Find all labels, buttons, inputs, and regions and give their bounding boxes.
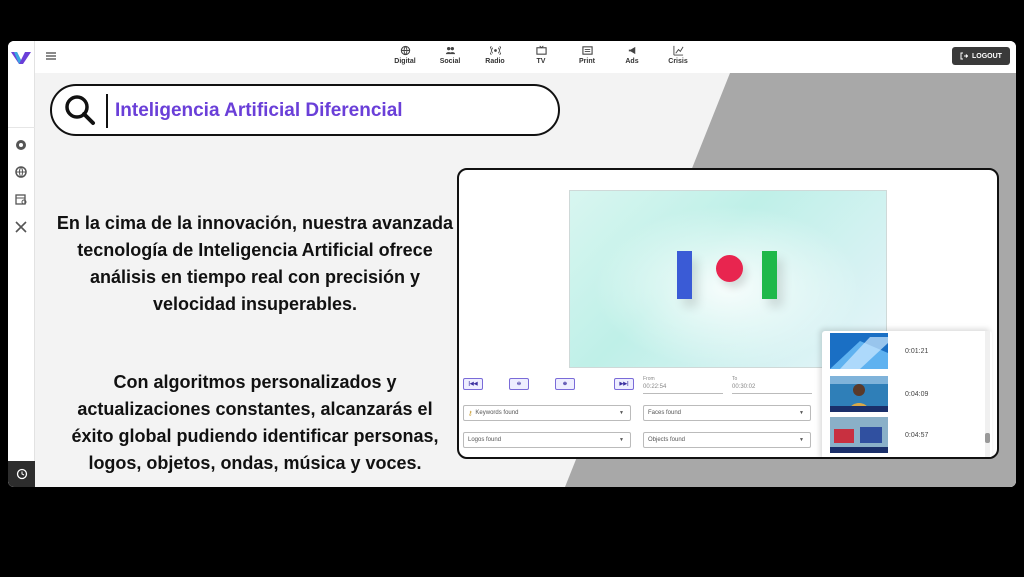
zoom-in-button[interactable]: ⊕ [555, 378, 575, 390]
to-value: 00:30:02 [732, 384, 756, 390]
headline-box: Inteligencia Artificial Diferencial [50, 84, 560, 136]
objects-label: Objects found [648, 437, 686, 443]
newspaper-icon [581, 46, 593, 55]
logout-icon [960, 52, 969, 60]
page-title: Inteligencia Artificial Diferencial [115, 100, 403, 121]
app-window: Digital Social Radio TV Print Ads Crisis [8, 41, 1016, 487]
clip-item[interactable]: 0:04:57 [830, 417, 980, 453]
nav-label: Social [439, 58, 461, 65]
to-time-field[interactable]: To 00:30:02 [732, 376, 812, 394]
nav-label: Ads [625, 58, 639, 65]
nav-social[interactable]: Social [430, 45, 470, 65]
search-icon [65, 95, 95, 125]
history-icon [16, 468, 27, 480]
chevron-down-icon: ▼ [619, 410, 624, 416]
chevron-down-icon: ▼ [799, 437, 804, 443]
faces-label: Faces found [648, 410, 682, 416]
divider [106, 94, 108, 128]
chevron-down-icon: ▼ [619, 437, 624, 443]
clip-time: 0:01:21 [905, 348, 929, 355]
from-value: 00:22:54 [643, 384, 667, 390]
calendar-search-icon[interactable] [14, 192, 28, 206]
logos-select[interactable]: Logos found ▼ [463, 432, 631, 448]
from-time-field[interactable]: From 00:22:54 [643, 376, 723, 394]
clip-time: 0:04:57 [905, 432, 929, 439]
logout-label: LOGOUT [972, 52, 1002, 60]
logos-label: Logos found [468, 437, 502, 443]
people-icon [445, 47, 455, 55]
faces-select[interactable]: Faces found ▼ [643, 405, 811, 421]
red-dot-shape [716, 255, 743, 282]
to-label: To [732, 376, 738, 382]
megaphone-icon [628, 46, 635, 55]
nav-label: Digital [394, 58, 416, 65]
nav-label: TV [536, 58, 546, 65]
clip-item[interactable]: 0:01:21 [830, 333, 980, 369]
sidebar [8, 41, 35, 487]
green-bar-shape [762, 251, 777, 299]
dashboard-icon[interactable] [14, 138, 28, 152]
radio-icon [489, 46, 501, 55]
nav-label: Radio [485, 58, 505, 65]
globe-settings-icon[interactable] [14, 165, 28, 179]
brand-logo-icon[interactable] [11, 51, 31, 65]
sidebar-divider [8, 127, 35, 128]
clip-thumbnail [830, 333, 888, 369]
main-content: Inteligencia Artificial Diferencial En l… [35, 73, 1016, 487]
clip-item[interactable]: 0:04:09 [830, 376, 980, 412]
nav-tv[interactable]: TV [521, 45, 561, 65]
clip-thumbnail [830, 417, 888, 453]
forward-button[interactable]: ▶▶| [614, 378, 634, 390]
objects-select[interactable]: Objects found ▼ [643, 432, 811, 448]
nav-label: Crisis [668, 58, 688, 65]
nav-crisis[interactable]: Crisis [658, 45, 698, 65]
history-button[interactable] [8, 461, 35, 487]
menu-icon[interactable] [45, 50, 57, 62]
detail-paragraph: Con algoritmos personalizados y actualiz… [71, 372, 439, 473]
nav-label: Print [579, 58, 595, 65]
tv-icon [535, 45, 547, 55]
clip-list-scrollbar[interactable] [985, 331, 990, 457]
nav-print[interactable]: Print [567, 45, 607, 65]
intro-paragraph: En la cima de la innovación, nuestra ava… [56, 213, 454, 314]
top-navigation-bar: Digital Social Radio TV Print Ads Crisis [35, 41, 1016, 73]
zoom-out-button[interactable]: ⊖ [509, 378, 529, 390]
rewind-button[interactable]: |◀◀ [463, 378, 483, 390]
clip-list: 0:01:21 0:04:09 0:04:57 [822, 331, 992, 457]
keywords-select[interactable]: ⚷ Keywords found ▼ [463, 405, 631, 421]
globe-icon [400, 45, 410, 56]
key-icon: ⚷ [468, 410, 473, 417]
chevron-down-icon: ▼ [799, 410, 804, 416]
from-label: From [643, 376, 655, 382]
nav-digital[interactable]: Digital [385, 45, 425, 65]
nav-ads[interactable]: Ads [612, 45, 652, 65]
media-player-panel: |◀◀ ⊖ ⊕ ▶▶| From 00:22:54 To 00:30:02 ⚷ … [457, 168, 999, 459]
logout-button[interactable]: LOGOUT [952, 47, 1010, 65]
chart-icon [672, 45, 683, 56]
clip-time: 0:04:09 [905, 391, 929, 398]
blue-bar-shape [677, 251, 692, 299]
nav-radio[interactable]: Radio [475, 45, 515, 65]
clip-thumbnail [830, 376, 888, 412]
keywords-label: Keywords found [475, 410, 519, 416]
tools-icon[interactable] [14, 220, 28, 234]
